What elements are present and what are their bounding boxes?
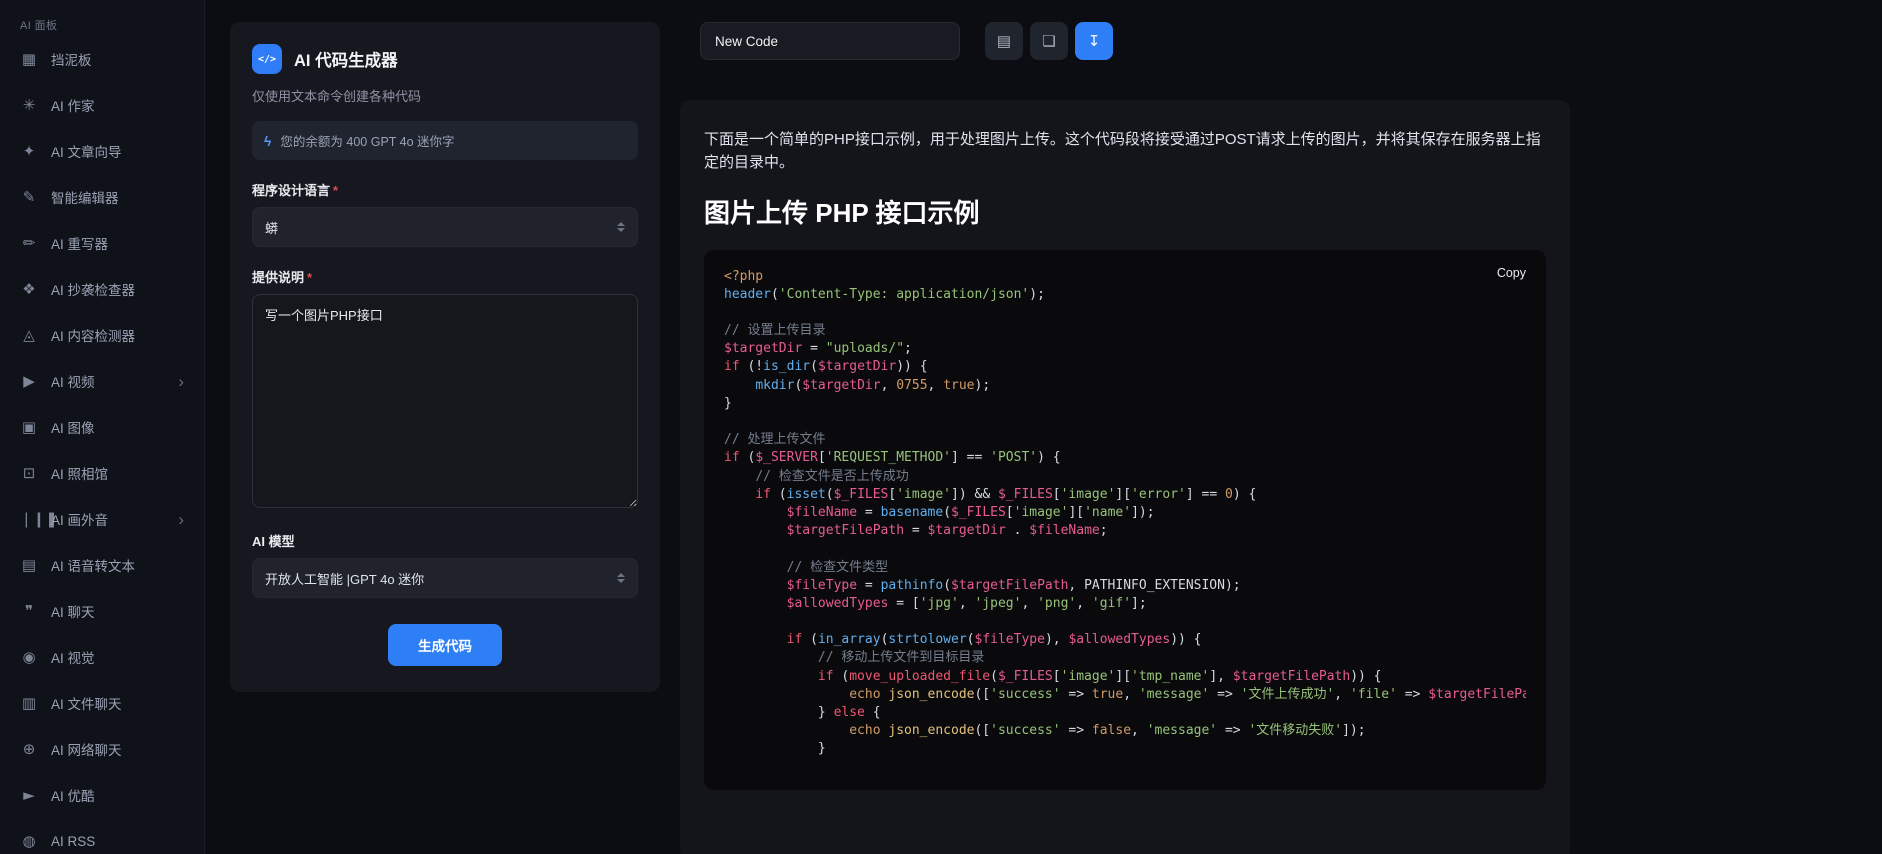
sidebar-item-ai-voiceover[interactable]: ❘❙❚ AI 画外音 › bbox=[10, 496, 194, 542]
document-output: 下面是一个简单的PHP接口示例，用于处理图片上传。这个代码段将接受通过POST请… bbox=[680, 100, 1570, 854]
language-select[interactable]: 蟒 bbox=[252, 207, 638, 247]
output-heading: 图片上传 PHP 接口示例 bbox=[704, 193, 1546, 230]
sidebar-item-label: AI 作家 bbox=[51, 95, 95, 115]
web-chat-icon: ⊕ bbox=[20, 740, 38, 758]
photo-studio-icon: ⊡ bbox=[20, 464, 38, 482]
save-document-button[interactable]: ↧ bbox=[1075, 22, 1113, 60]
youtube-icon: ► bbox=[20, 786, 38, 804]
sidebar-item-label: 智能编辑器 bbox=[51, 187, 119, 207]
copy-document-button[interactable]: ❏ bbox=[1030, 22, 1068, 60]
sidebar-item-ai-web-chat[interactable]: ⊕ AI 网络聊天 bbox=[10, 726, 194, 772]
sidebar-item-ai-plagiarism-checker[interactable]: ❖ AI 抄袭检查器 bbox=[10, 266, 194, 312]
sidebar-item-label: AI 网络聊天 bbox=[51, 739, 122, 759]
sidebar-item-smart-editor[interactable]: ✎ 智能编辑器 bbox=[10, 174, 194, 220]
document-toolbar: ▤ ❏ ↧ bbox=[700, 22, 1570, 60]
voiceover-icon: ❘❙❚ bbox=[20, 510, 38, 528]
sidebar-item-label: AI 画外音 bbox=[51, 509, 108, 529]
smart-editor-icon: ✎ bbox=[20, 188, 38, 206]
required-asterisk: * bbox=[307, 270, 312, 285]
sidebar-section-label: AI 面板 bbox=[10, 16, 194, 36]
code-generator-panel: </> AI 代码生成器 仅使用文本命令创建各种代码 ϟ 您的余额为 400 G… bbox=[230, 22, 660, 692]
rewriter-icon: ✏ bbox=[20, 234, 38, 252]
sidebar-item-ai-article-wizard[interactable]: ✦ AI 文章向导 bbox=[10, 128, 194, 174]
model-select[interactable]: 开放人工智能 |GPT 4o 迷你 bbox=[252, 558, 638, 598]
sidebar-item-ai-chat[interactable]: ❞ AI 聊天 bbox=[10, 588, 194, 634]
sidebar-nav: ▦ 挡泥板 ✳ AI 作家 ✦ AI 文章向导 ✎ 智能编辑器 ✏ AI 重写器 ❖ AI 抄袭检查器… bbox=[10, 36, 194, 854]
sidebar-item-label: AI RSS bbox=[51, 834, 95, 849]
file-chat-icon: ▥ bbox=[20, 694, 38, 712]
app-window: AI 面板 ▦ 挡泥板 ✳ AI 作家 ✦ AI 文章向导 ✎ 智能编辑器 ✏ AI 重写器 ❖ AI… bbox=[0, 0, 1882, 854]
code-block: Copy <?php header('Content-Type: applica… bbox=[704, 250, 1546, 790]
sidebar-item-label: AI 聊天 bbox=[51, 601, 95, 621]
speech-to-text-icon: ▤ bbox=[20, 556, 38, 574]
page-subtitle: 仅使用文本命令创建各种代码 bbox=[252, 86, 638, 105]
sidebar-item-ai-writer[interactable]: ✳ AI 作家 bbox=[10, 82, 194, 128]
sidebar-item-label: AI 图像 bbox=[51, 417, 95, 437]
select-caret-icon bbox=[617, 573, 625, 583]
code-generator-icon: </> bbox=[252, 44, 282, 74]
article-wizard-icon: ✦ bbox=[20, 142, 38, 160]
image-icon: ▣ bbox=[20, 418, 38, 436]
content-detector-icon: ◬ bbox=[20, 326, 38, 344]
required-asterisk: * bbox=[333, 183, 338, 198]
save-document-icon: ↧ bbox=[1088, 32, 1101, 50]
sidebar-item-label: AI 抄袭检查器 bbox=[51, 279, 135, 299]
sidebar-item-ai-vision[interactable]: ◉ AI 视觉 bbox=[10, 634, 194, 680]
dashboard-icon: ▦ bbox=[20, 50, 38, 68]
plagiarism-checker-icon: ❖ bbox=[20, 280, 38, 298]
sidebar-item-ai-file-chat[interactable]: ▥ AI 文件聊天 bbox=[10, 680, 194, 726]
model-select-value: 开放人工智能 |GPT 4o 迷你 bbox=[265, 569, 424, 588]
sidebar-item-ai-youtube[interactable]: ► AI 优酷 bbox=[10, 772, 194, 818]
sidebar-item-ai-image[interactable]: ▣ AI 图像 bbox=[10, 404, 194, 450]
writer-icon: ✳ bbox=[20, 96, 38, 114]
video-icon: ▶ bbox=[20, 372, 38, 390]
sidebar-item-label: 挡泥板 bbox=[51, 49, 92, 69]
lightning-icon: ϟ bbox=[264, 133, 271, 149]
chat-icon: ❞ bbox=[20, 602, 38, 620]
sidebar-item-dashboard[interactable]: ▦ 挡泥板 bbox=[10, 36, 194, 82]
output-intro-text: 下面是一个简单的PHP接口示例，用于处理图片上传。这个代码段将接受通过POST请… bbox=[704, 128, 1546, 175]
document-actions: ▤ ❏ ↧ bbox=[985, 22, 1113, 60]
sidebar-item-label: AI 照相馆 bbox=[51, 463, 108, 483]
code-generator-header: </> AI 代码生成器 bbox=[252, 44, 638, 74]
chevron-right-icon: › bbox=[178, 373, 184, 390]
vision-icon: ◉ bbox=[20, 648, 38, 666]
instructions-label: 提供说明* bbox=[252, 267, 638, 286]
page-title: AI 代码生成器 bbox=[294, 47, 398, 71]
rss-icon: ◍ bbox=[20, 832, 38, 850]
sidebar-item-ai-speech-to-text[interactable]: ▤ AI 语音转文本 bbox=[10, 542, 194, 588]
copy-document-icon: ❏ bbox=[1042, 32, 1055, 50]
select-caret-icon bbox=[617, 222, 625, 232]
sidebar-item-label: AI 重写器 bbox=[51, 233, 108, 253]
model-label: AI 模型 bbox=[252, 531, 638, 550]
sidebar-item-label: AI 内容检测器 bbox=[51, 325, 135, 345]
language-select-value: 蟒 bbox=[265, 218, 278, 237]
sidebar: AI 面板 ▦ 挡泥板 ✳ AI 作家 ✦ AI 文章向导 ✎ 智能编辑器 ✏ AI 重写器 ❖ AI… bbox=[0, 0, 205, 854]
sidebar-item-label: AI 文件聊天 bbox=[51, 693, 122, 713]
new-document-icon: ▤ bbox=[997, 32, 1011, 50]
sidebar-item-label: AI 优酷 bbox=[51, 785, 95, 805]
balance-notice: ϟ 您的余额为 400 GPT 4o 迷你字 bbox=[252, 121, 638, 160]
sidebar-item-label: AI 文章向导 bbox=[51, 141, 122, 161]
language-label: 程序设计语言* bbox=[252, 180, 638, 199]
sidebar-item-label: AI 语音转文本 bbox=[51, 555, 135, 575]
code-content: <?php header('Content-Type: application/… bbox=[724, 268, 1526, 759]
sidebar-item-ai-content-detector[interactable]: ◬ AI 内容检测器 bbox=[10, 312, 194, 358]
balance-text: 您的余额为 400 GPT 4o 迷你字 bbox=[280, 131, 454, 150]
chevron-right-icon: › bbox=[178, 511, 184, 528]
generate-code-button[interactable]: 生成代码 bbox=[388, 624, 502, 666]
copy-code-button[interactable]: Copy bbox=[1497, 266, 1526, 280]
document-title-input[interactable] bbox=[700, 22, 960, 60]
sidebar-item-label: AI 视频 bbox=[51, 371, 95, 391]
sidebar-item-ai-video[interactable]: ▶ AI 视频 › bbox=[10, 358, 194, 404]
sidebar-item-ai-rss[interactable]: ◍ AI RSS bbox=[10, 818, 194, 854]
workspace: ▤ ❏ ↧ 下面是一个简单的PHP接口示例，用于处理图片上传。这个代码段将接受通过P… bbox=[680, 22, 1570, 854]
instructions-textarea[interactable]: 写一个图片PHP接口 bbox=[252, 294, 638, 508]
sidebar-item-label: AI 视觉 bbox=[51, 647, 95, 667]
new-document-button[interactable]: ▤ bbox=[985, 22, 1023, 60]
sidebar-item-ai-rewriter[interactable]: ✏ AI 重写器 bbox=[10, 220, 194, 266]
sidebar-item-ai-photo-studio[interactable]: ⊡ AI 照相馆 bbox=[10, 450, 194, 496]
main-content: </> AI 代码生成器 仅使用文本命令创建各种代码 ϟ 您的余额为 400 G… bbox=[205, 0, 1882, 854]
